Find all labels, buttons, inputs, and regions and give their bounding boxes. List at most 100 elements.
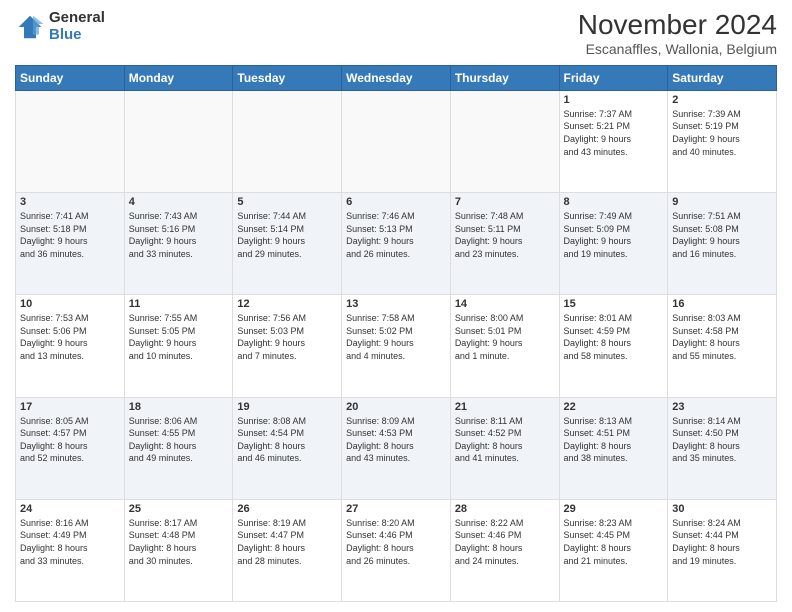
day-info: Sunrise: 8:08 AM Sunset: 4:54 PM Dayligh…: [237, 415, 337, 465]
day-number: 5: [237, 196, 337, 208]
logo-text: General Blue: [49, 10, 105, 43]
day-number: 21: [455, 401, 555, 413]
calendar-cell: 9Sunrise: 7:51 AM Sunset: 5:08 PM Daylig…: [668, 193, 777, 295]
day-info: Sunrise: 7:48 AM Sunset: 5:11 PM Dayligh…: [455, 210, 555, 260]
day-number: 17: [20, 401, 120, 413]
day-number: 14: [455, 298, 555, 310]
day-info: Sunrise: 8:23 AM Sunset: 4:45 PM Dayligh…: [564, 517, 664, 567]
col-header-sunday: Sunday: [16, 65, 125, 90]
day-info: Sunrise: 8:22 AM Sunset: 4:46 PM Dayligh…: [455, 517, 555, 567]
day-info: Sunrise: 8:01 AM Sunset: 4:59 PM Dayligh…: [564, 312, 664, 362]
day-number: 16: [672, 298, 772, 310]
calendar-week-1: 1Sunrise: 7:37 AM Sunset: 5:21 PM Daylig…: [16, 90, 777, 192]
calendar-cell: 23 Sunrise: 8:14 AM Sunset: 4:50 PM Dayli…: [668, 397, 777, 499]
day-number: 25: [129, 503, 229, 515]
calendar-cell: 25 Sunrise: 8:17 AM Sunset: 4:48 PM Dayli…: [124, 499, 233, 601]
day-number: 10: [20, 298, 120, 310]
day-info: Sunrise: 8:19 AM Sunset: 4:47 PM Dayligh…: [237, 517, 337, 567]
col-header-saturday: Saturday: [668, 65, 777, 90]
logo-icon: [15, 12, 45, 42]
day-info: Sunrise: 7:53 AM Sunset: 5:06 PM Dayligh…: [20, 312, 120, 362]
calendar-week-5: 24 Sunrise: 8:16 AM Sunset: 4:49 PM Dayli…: [16, 499, 777, 601]
header: General Blue November 2024 Escanaffles, …: [15, 10, 777, 57]
day-info: Sunrise: 8:00 AM Sunset: 5:01 PM Dayligh…: [455, 312, 555, 362]
day-info: Sunrise: 8:05 AM Sunset: 4:57 PM Dayligh…: [20, 415, 120, 465]
calendar-week-2: 3 Sunrise: 7:41 AM Sunset: 5:18 PM Daylig…: [16, 193, 777, 295]
day-number: 23: [672, 401, 772, 413]
day-info: Sunrise: 8:11 AM Sunset: 4:52 PM Dayligh…: [455, 415, 555, 465]
day-info: Sunrise: 7:56 AM Sunset: 5:03 PM Dayligh…: [237, 312, 337, 362]
subtitle: Escanaffles, Wallonia, Belgium: [578, 41, 777, 57]
calendar-cell: [233, 90, 342, 192]
day-number: 22: [564, 401, 664, 413]
day-info: Sunrise: 8:09 AM Sunset: 4:53 PM Dayligh…: [346, 415, 446, 465]
day-number: 13: [346, 298, 446, 310]
col-header-friday: Friday: [559, 65, 668, 90]
calendar-cell: 22 Sunrise: 8:13 AM Sunset: 4:51 PM Dayli…: [559, 397, 668, 499]
col-header-monday: Monday: [124, 65, 233, 90]
calendar-cell: 14 Sunrise: 8:00 AM Sunset: 5:01 PM Dayli…: [450, 295, 559, 397]
day-number: 7: [455, 196, 555, 208]
day-info: Sunrise: 8:13 AM Sunset: 4:51 PM Dayligh…: [564, 415, 664, 465]
calendar-week-4: 17 Sunrise: 8:05 AM Sunset: 4:57 PM Dayli…: [16, 397, 777, 499]
calendar-cell: [450, 90, 559, 192]
calendar-cell: 16 Sunrise: 8:03 AM Sunset: 4:58 PM Dayli…: [668, 295, 777, 397]
calendar-header: SundayMondayTuesdayWednesdayThursdayFrid…: [16, 65, 777, 90]
day-info: Sunrise: 7:51 AM Sunset: 5:08 PM Dayligh…: [672, 210, 772, 260]
calendar-cell: 11Sunrise: 7:55 AM Sunset: 5:05 PM Dayli…: [124, 295, 233, 397]
calendar-cell: 17 Sunrise: 8:05 AM Sunset: 4:57 PM Dayli…: [16, 397, 125, 499]
calendar-cell: 3 Sunrise: 7:41 AM Sunset: 5:18 PM Daylig…: [16, 193, 125, 295]
header-row: SundayMondayTuesdayWednesdayThursdayFrid…: [16, 65, 777, 90]
calendar-cell: 5Sunrise: 7:44 AM Sunset: 5:14 PM Daylig…: [233, 193, 342, 295]
calendar-body: 1Sunrise: 7:37 AM Sunset: 5:21 PM Daylig…: [16, 90, 777, 601]
calendar-cell: 28Sunrise: 8:22 AM Sunset: 4:46 PM Dayli…: [450, 499, 559, 601]
day-number: 19: [237, 401, 337, 413]
calendar-cell: 6Sunrise: 7:46 AM Sunset: 5:13 PM Daylig…: [342, 193, 451, 295]
calendar-cell: 15 Sunrise: 8:01 AM Sunset: 4:59 PM Dayli…: [559, 295, 668, 397]
calendar-week-3: 10 Sunrise: 7:53 AM Sunset: 5:06 PM Dayli…: [16, 295, 777, 397]
day-info: Sunrise: 8:17 AM Sunset: 4:48 PM Dayligh…: [129, 517, 229, 567]
day-info: Sunrise: 7:46 AM Sunset: 5:13 PM Dayligh…: [346, 210, 446, 260]
day-info: Sunrise: 7:37 AM Sunset: 5:21 PM Dayligh…: [564, 108, 664, 158]
day-number: 3: [20, 196, 120, 208]
day-info: Sunrise: 7:41 AM Sunset: 5:18 PM Dayligh…: [20, 210, 120, 260]
calendar-cell: [124, 90, 233, 192]
day-info: Sunrise: 8:14 AM Sunset: 4:50 PM Dayligh…: [672, 415, 772, 465]
calendar-cell: 30Sunrise: 8:24 AM Sunset: 4:44 PM Dayli…: [668, 499, 777, 601]
day-number: 29: [564, 503, 664, 515]
calendar-cell: 1Sunrise: 7:37 AM Sunset: 5:21 PM Daylig…: [559, 90, 668, 192]
day-info: Sunrise: 7:39 AM Sunset: 5:19 PM Dayligh…: [672, 108, 772, 158]
logo: General Blue: [15, 10, 105, 43]
calendar-cell: 21 Sunrise: 8:11 AM Sunset: 4:52 PM Dayli…: [450, 397, 559, 499]
day-number: 26: [237, 503, 337, 515]
calendar-cell: 2 Sunrise: 7:39 AM Sunset: 5:19 PM Daylig…: [668, 90, 777, 192]
calendar-cell: 12Sunrise: 7:56 AM Sunset: 5:03 PM Dayli…: [233, 295, 342, 397]
calendar-cell: 29 Sunrise: 8:23 AM Sunset: 4:45 PM Dayli…: [559, 499, 668, 601]
logo-general: General: [49, 10, 105, 27]
calendar-cell: 26 Sunrise: 8:19 AM Sunset: 4:47 PM Dayli…: [233, 499, 342, 601]
calendar-cell: 24 Sunrise: 8:16 AM Sunset: 4:49 PM Dayli…: [16, 499, 125, 601]
col-header-thursday: Thursday: [450, 65, 559, 90]
day-info: Sunrise: 7:55 AM Sunset: 5:05 PM Dayligh…: [129, 312, 229, 362]
day-info: Sunrise: 7:58 AM Sunset: 5:02 PM Dayligh…: [346, 312, 446, 362]
day-number: 2: [672, 94, 772, 106]
day-number: 20: [346, 401, 446, 413]
col-header-tuesday: Tuesday: [233, 65, 342, 90]
calendar-cell: 27Sunrise: 8:20 AM Sunset: 4:46 PM Dayli…: [342, 499, 451, 601]
day-info: Sunrise: 8:24 AM Sunset: 4:44 PM Dayligh…: [672, 517, 772, 567]
day-info: Sunrise: 8:16 AM Sunset: 4:49 PM Dayligh…: [20, 517, 120, 567]
calendar-cell: 7 Sunrise: 7:48 AM Sunset: 5:11 PM Daylig…: [450, 193, 559, 295]
day-info: Sunrise: 8:06 AM Sunset: 4:55 PM Dayligh…: [129, 415, 229, 465]
day-number: 8: [564, 196, 664, 208]
calendar-cell: 20 Sunrise: 8:09 AM Sunset: 4:53 PM Dayli…: [342, 397, 451, 499]
day-number: 24: [20, 503, 120, 515]
calendar-cell: 10 Sunrise: 7:53 AM Sunset: 5:06 PM Dayli…: [16, 295, 125, 397]
day-number: 15: [564, 298, 664, 310]
page: General Blue November 2024 Escanaffles, …: [0, 0, 792, 612]
calendar-cell: [342, 90, 451, 192]
day-info: Sunrise: 8:03 AM Sunset: 4:58 PM Dayligh…: [672, 312, 772, 362]
calendar-cell: 19 Sunrise: 8:08 AM Sunset: 4:54 PM Dayli…: [233, 397, 342, 499]
day-number: 18: [129, 401, 229, 413]
day-info: Sunrise: 7:43 AM Sunset: 5:16 PM Dayligh…: [129, 210, 229, 260]
calendar-cell: 13 Sunrise: 7:58 AM Sunset: 5:02 PM Dayli…: [342, 295, 451, 397]
